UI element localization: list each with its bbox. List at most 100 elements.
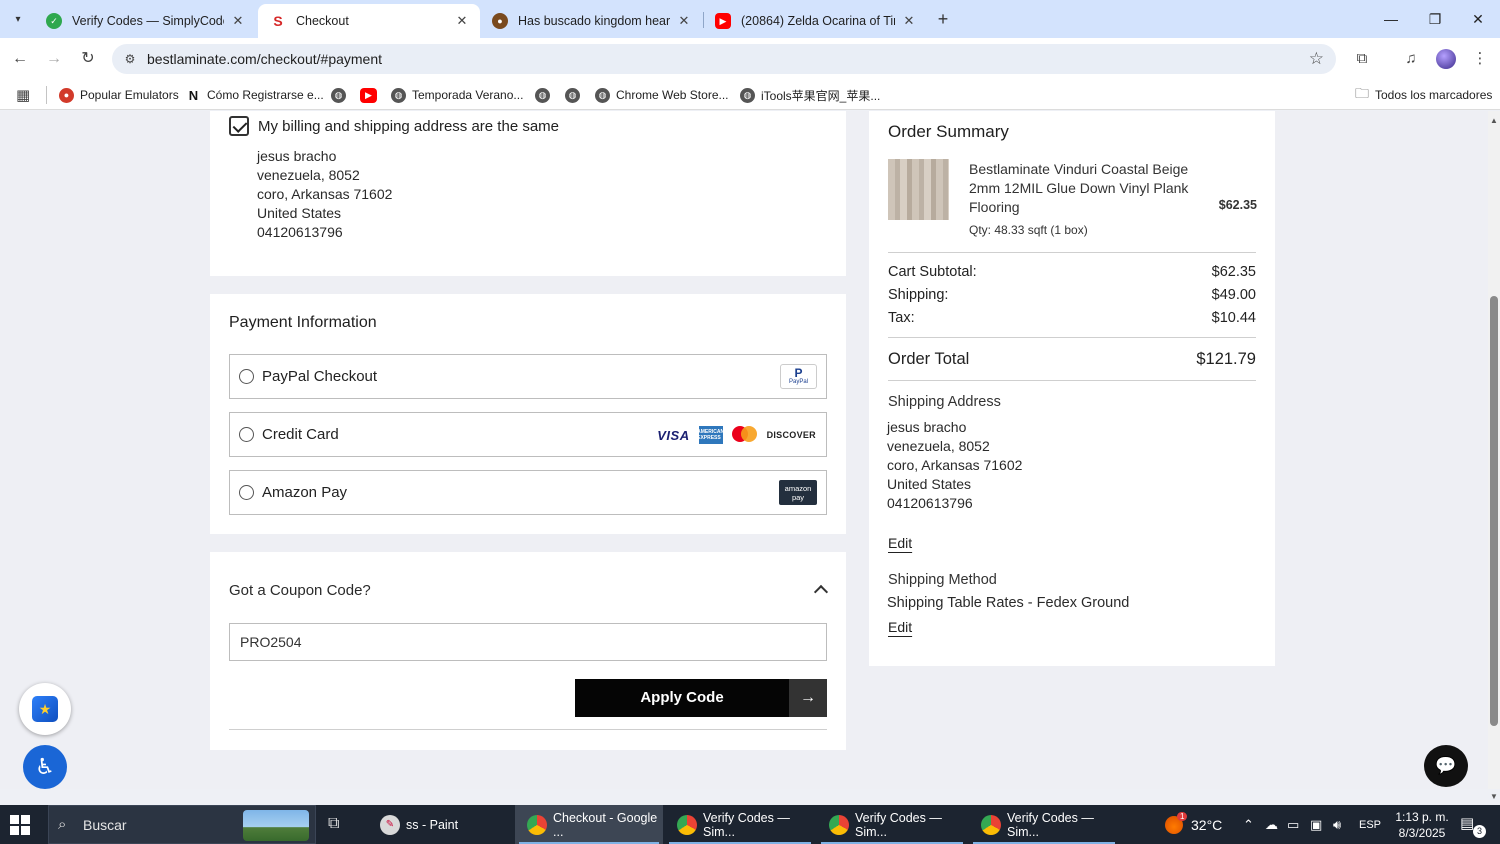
browser-toolbar: ← → ↻ ⚙ bestlaminate.com/checkout/#payme… xyxy=(0,38,1500,80)
site-settings-icon[interactable]: ⚙ xyxy=(122,51,138,67)
shopping-bag-icon: ★ xyxy=(32,696,58,722)
apply-code-button[interactable]: Apply Code → xyxy=(575,679,827,717)
shipping-method-value: Shipping Table Rates - Fedex Ground xyxy=(887,595,1130,611)
browser-menu-icon[interactable]: ⋮ xyxy=(1469,48,1491,70)
back-icon[interactable]: ← xyxy=(9,48,31,70)
bookmark-youtube[interactable]: ▶ xyxy=(360,86,383,104)
windows-start-icon[interactable] xyxy=(10,815,30,835)
close-tab-icon[interactable]: ✕ xyxy=(901,13,917,29)
summary-divider xyxy=(888,337,1256,338)
profile-avatar[interactable] xyxy=(1436,49,1456,69)
order-total-label: Order Total xyxy=(888,350,970,368)
chevron-up-icon[interactable] xyxy=(814,582,828,596)
task-view-icon[interactable]: ⧉ xyxy=(328,815,339,833)
youtube-icon: ▶ xyxy=(360,87,377,103)
weather-widget[interactable]: 1 32°C xyxy=(1165,805,1222,844)
product-price: $62.35 xyxy=(1218,198,1257,212)
paypal-logo-icon: P PayPal xyxy=(780,364,817,389)
payment-option-amazon-pay[interactable]: Amazon Pay amazon pay xyxy=(229,470,827,515)
edit-shipping-method-link[interactable]: Edit xyxy=(888,619,912,635)
close-tab-icon[interactable]: ✕ xyxy=(454,13,470,29)
bookmark-label: Chrome Web Store... xyxy=(616,88,729,102)
coupon-code-input[interactable] xyxy=(229,623,827,661)
apply-code-label: Apply Code xyxy=(640,689,724,706)
network-icon[interactable]: ▭ xyxy=(1287,805,1299,844)
bookmark-itools[interactable]: ◍ iTools苹果官网_苹果... xyxy=(740,86,880,104)
amex-logo-icon: AMERICAN EXPRESS xyxy=(697,426,724,444)
restore-icon[interactable]: ❐ xyxy=(1413,0,1457,38)
payment-option-label: PayPal Checkout xyxy=(262,368,378,385)
taskbar-app-paint[interactable]: ✎ ss - Paint xyxy=(368,805,513,844)
bookmark-star-icon[interactable]: ☆ xyxy=(1309,49,1324,69)
scroll-thumb[interactable] xyxy=(1490,296,1498,726)
tray-chevron-up-icon[interactable]: ⌃ xyxy=(1243,805,1254,844)
amazon-badge-text: amazon xyxy=(784,483,812,493)
meet-icon[interactable]: ▣ xyxy=(1310,805,1322,844)
scroll-up-icon[interactable]: ▲ xyxy=(1488,115,1500,127)
tab-verify-codes[interactable]: ✓ Verify Codes — SimplyCodes ✕ xyxy=(34,4,256,38)
bookmark-como-registrarse[interactable]: N Cómo Registrarse e... xyxy=(186,86,324,104)
same-address-checkbox[interactable] xyxy=(229,116,249,136)
address-line: jesus bracho xyxy=(887,419,967,435)
clock[interactable]: 1:13 p. m. 8/3/2025 xyxy=(1393,809,1451,841)
emulator-favicon-icon: ● xyxy=(59,87,74,103)
language-indicator[interactable]: ESP xyxy=(1359,805,1381,844)
shopping-assistant-button[interactable]: ★ xyxy=(19,683,71,735)
notion-favicon-icon: N xyxy=(186,87,201,103)
close-tab-icon[interactable]: ✕ xyxy=(230,13,246,29)
bookmark-globe-3[interactable]: ◍ xyxy=(565,86,586,104)
bookmark-label: Popular Emulators xyxy=(80,88,179,102)
onedrive-icon[interactable]: ☁ xyxy=(1265,805,1278,844)
mastercard-logo-icon xyxy=(731,426,758,444)
notifications-icon[interactable]: ▤ 3 xyxy=(1460,814,1486,838)
taskbar-app-verify-codes-1[interactable]: Verify Codes — Sim... xyxy=(665,805,815,844)
forward-icon[interactable]: → xyxy=(43,48,65,70)
payment-option-credit-card[interactable]: Credit Card VISA AMERICAN EXPRESS DISCOV… xyxy=(229,412,827,457)
shipping-address-title: Shipping Address xyxy=(888,394,1001,410)
bookmark-popular-emulators[interactable]: ● Popular Emulators xyxy=(59,86,179,104)
tab-checkout[interactable]: S Checkout ✕ xyxy=(258,4,480,38)
extensions-icon[interactable]: ⧉ xyxy=(1351,48,1373,70)
apps-grid-icon[interactable]: ▦ xyxy=(16,86,30,104)
bookmark-globe-1[interactable]: ◍ xyxy=(331,86,352,104)
page-scrollbar[interactable]: ▲ ▼ xyxy=(1488,111,1500,801)
bookmark-temporada-verano[interactable]: ◍ Temporada Verano... xyxy=(391,86,523,104)
taskbar-app-label: Verify Codes — Sim... xyxy=(855,810,942,839)
scroll-down-icon[interactable]: ▼ xyxy=(1488,791,1500,803)
taskbar-app-verify-codes-2[interactable]: Verify Codes — Sim... xyxy=(817,805,967,844)
chat-button[interactable]: 💬 xyxy=(1424,745,1468,787)
billing-address: jesus bracho venezuela, 8052 coro, Arkan… xyxy=(257,147,392,242)
media-control-icon[interactable]: ♫ xyxy=(1400,48,1422,70)
billing-address-card: My billing and shipping address are the … xyxy=(210,111,846,276)
volume-icon[interactable]: 🔊︎ xyxy=(1333,805,1341,844)
tab-kingdom-hearts[interactable]: ● Has buscado kingdom hearts | ( ✕ xyxy=(480,4,702,38)
bookmark-globe-2[interactable]: ◍ xyxy=(535,86,556,104)
taskbar-app-checkout[interactable]: Checkout - Google ... xyxy=(515,805,663,844)
new-tab-icon[interactable]: + xyxy=(933,9,953,29)
close-window-icon[interactable]: ✕ xyxy=(1456,0,1500,38)
coupon-title[interactable]: Got a Coupon Code? xyxy=(229,582,371,599)
mercadolibre-favicon-icon: ● xyxy=(492,13,508,29)
accessibility-icon: ♿ xyxy=(35,754,55,779)
paypal-radio[interactable] xyxy=(239,369,254,384)
address-line: 04120613796 xyxy=(887,495,973,511)
taskbar-search[interactable]: ⌕ Buscar xyxy=(48,805,316,844)
credit-card-radio[interactable] xyxy=(239,427,254,442)
close-tab-icon[interactable]: ✕ xyxy=(676,13,692,29)
edit-shipping-address-link[interactable]: Edit xyxy=(888,535,912,551)
payment-option-paypal[interactable]: PayPal Checkout P PayPal xyxy=(229,354,827,399)
accessibility-button[interactable]: ♿ xyxy=(23,745,67,789)
tab-zelda[interactable]: ▶ (20864) Zelda Ocarina of Time 3 ✕ xyxy=(703,4,927,38)
amazon-pay-radio[interactable] xyxy=(239,485,254,500)
chrome-icon xyxy=(677,814,697,835)
taskbar-app-verify-codes-3[interactable]: Verify Codes — Sim... xyxy=(969,805,1119,844)
minimize-icon[interactable]: — xyxy=(1369,0,1413,38)
amazon-badge-pay: pay xyxy=(791,492,805,502)
bookmark-chrome-web-store[interactable]: ◍ Chrome Web Store... xyxy=(595,86,729,104)
bookmark-label: Cómo Registrarse e... xyxy=(207,88,324,102)
reload-icon[interactable]: ↻ xyxy=(77,48,99,70)
address-bar[interactable]: ⚙ bestlaminate.com/checkout/#payment ☆ xyxy=(112,44,1336,74)
tab-search-icon[interactable]: ▾ xyxy=(6,8,30,30)
address-line: venezuela, 8052 xyxy=(887,438,990,454)
all-bookmarks[interactable]: 🗀 Todos los marcadores xyxy=(1355,85,1492,104)
